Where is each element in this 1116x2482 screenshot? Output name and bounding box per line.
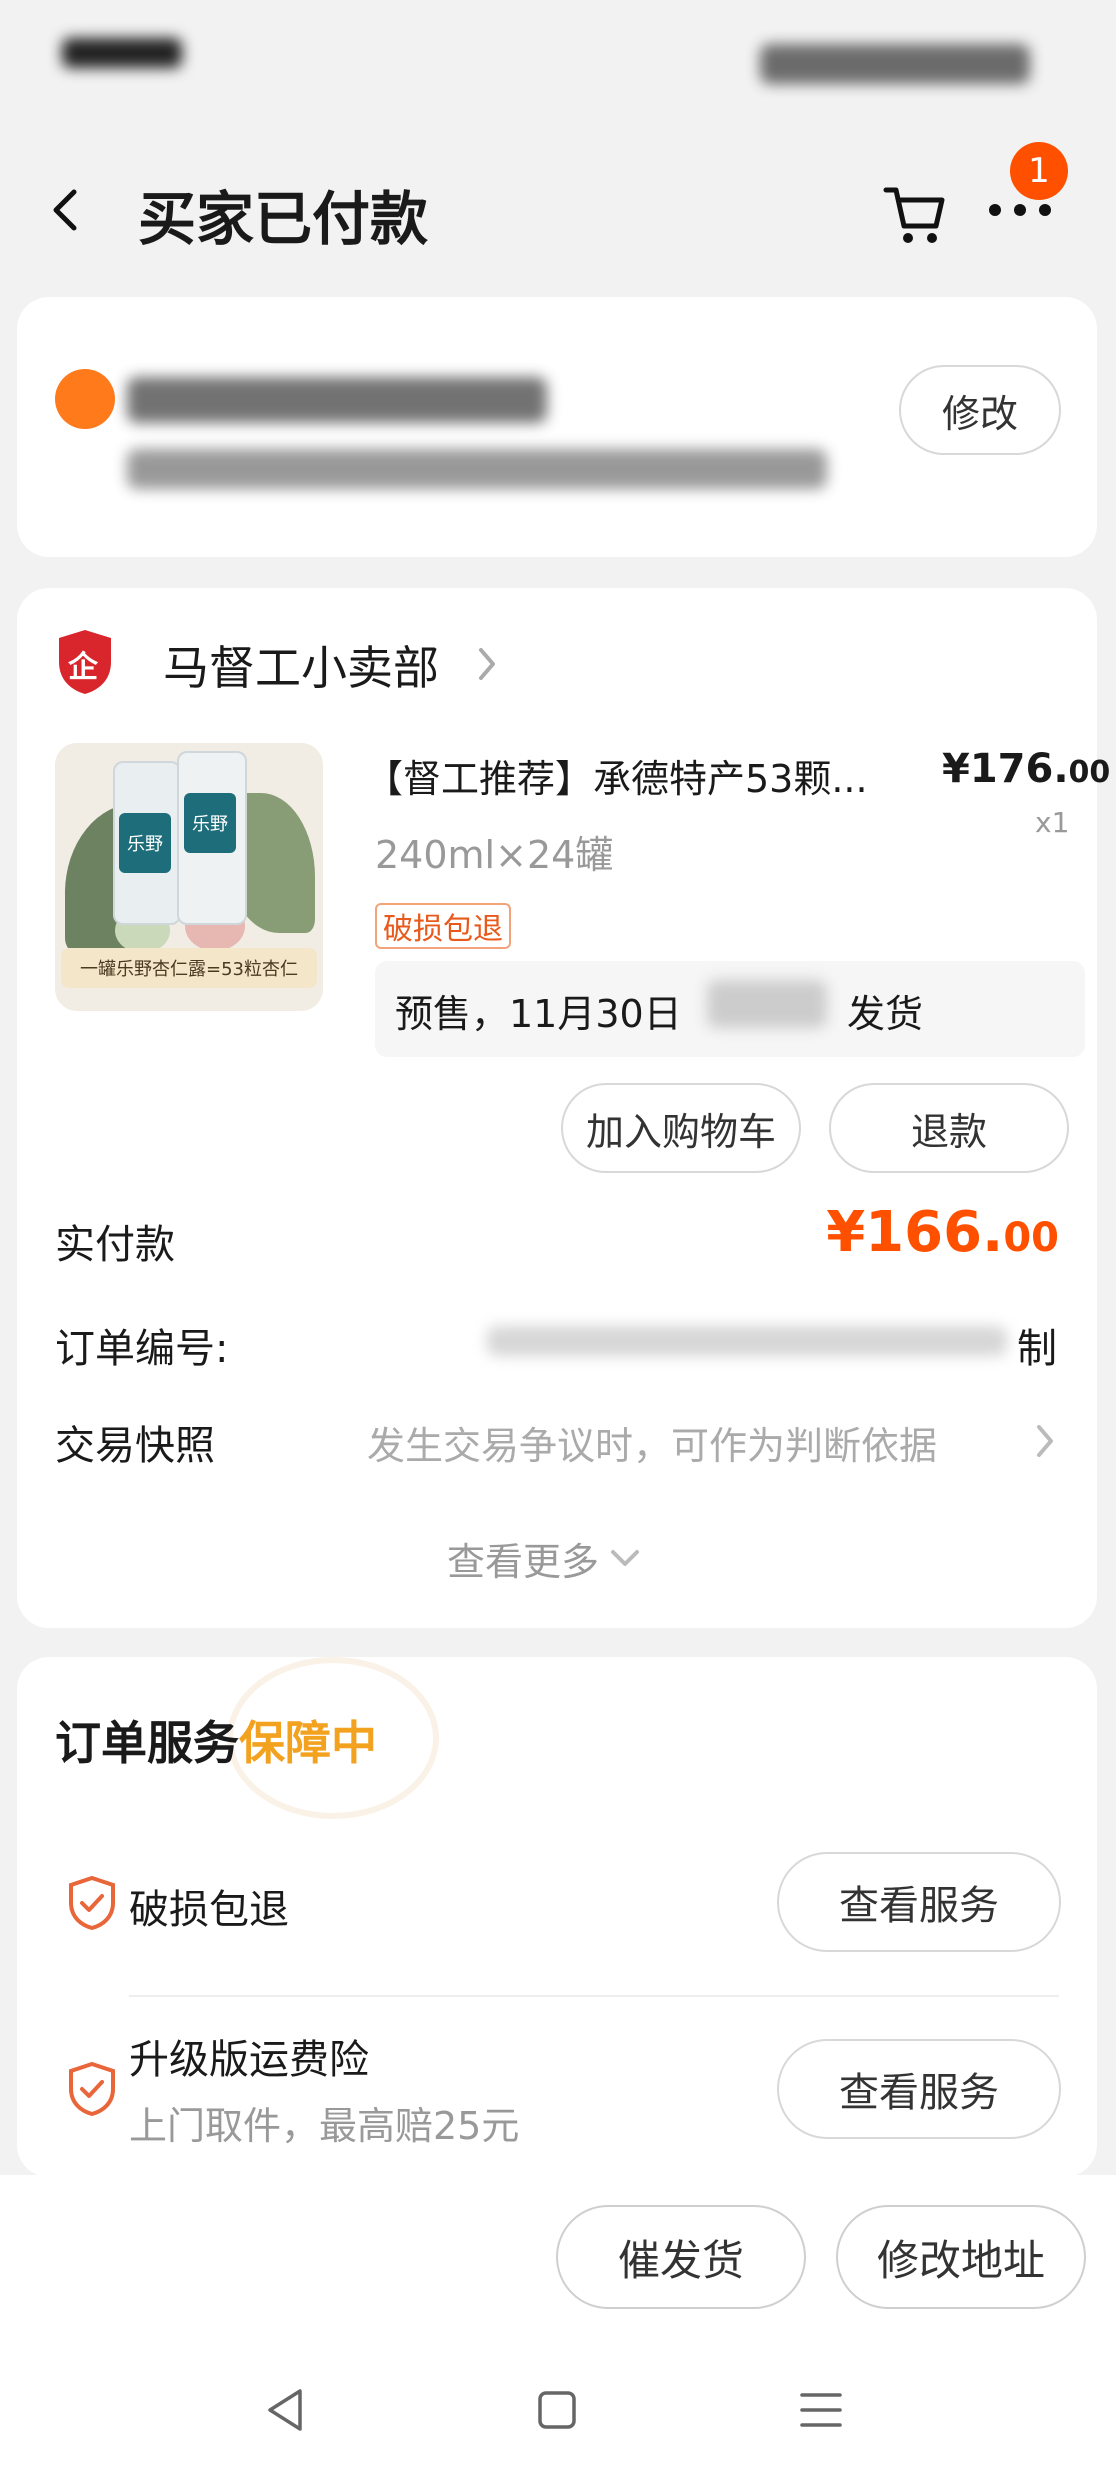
service-description: 上门取件，最高赔25元 [129, 2104, 520, 2148]
product-image-caption: 一罐乐野杏仁露=53粒杏仁 [61, 948, 317, 988]
nav-menu-button[interactable] [796, 2385, 846, 2435]
paid-amount: ¥166.00 [826, 1200, 1059, 1265]
square-home-icon [538, 2391, 576, 2429]
paid-amount-decimal: 00 [1003, 1215, 1059, 1261]
view-service-label: 查看服务 [839, 2070, 999, 2116]
chevron-down-icon [611, 1550, 640, 1566]
recipient-name [127, 377, 547, 423]
view-service-button[interactable]: 查看服务 [777, 1852, 1061, 1952]
order-number-value [487, 1326, 1007, 1356]
cart-icon [883, 187, 945, 243]
services-card: 订单服务保障中 破损包退 查看服务 升级版运费险 上门取件，最高赔25元 查看服… [17, 1657, 1097, 2177]
service-name: 升级版运费险 [129, 2037, 369, 2083]
address-card[interactable]: 修改 [17, 297, 1097, 557]
status-bar-icons [760, 44, 1030, 84]
caption-text: 一罐乐野杏仁露=53粒杏仁 [80, 959, 298, 980]
shield-check-icon [69, 2061, 115, 2117]
order-number-tail: 制 [1017, 1326, 1057, 1372]
remind-shipping-button[interactable]: 催发货 [556, 2205, 806, 2309]
refund-label: 退款 [910, 1109, 987, 1154]
chevron-right-icon [1037, 1425, 1053, 1457]
snapshot-row[interactable]: 交易快照 发生交易争议时，可作为判断依据 [17, 1403, 1097, 1483]
edit-address-button[interactable]: 修改 [899, 365, 1061, 455]
product-title[interactable]: 【督工推荐】承德特产53颗... [365, 748, 935, 803]
triangle-back-icon [268, 2389, 302, 2431]
product-tag: 破损包退 [375, 903, 511, 949]
more-menu-button[interactable] [985, 195, 1055, 225]
product-quantity: x1 [1035, 806, 1070, 839]
remind-shipping-label: 催发货 [617, 2235, 744, 2285]
hamburger-menu-icon [800, 2393, 842, 2427]
notification-count: 1 [1028, 151, 1050, 191]
paid-amount-main: ¥166. [826, 1200, 1004, 1265]
paid-label: 实付款 [55, 1222, 175, 1268]
service-divider [129, 1995, 1059, 1997]
chevron-left-icon [53, 189, 77, 231]
services-title-prefix: 订单服务 [55, 1716, 239, 1770]
snapshot-label: 交易快照 [55, 1423, 215, 1469]
product-image[interactable]: 乐野 乐野 一罐乐野杏仁露=53粒杏仁 [55, 743, 323, 1011]
presale-note-start: 预售，11月30日 [395, 992, 682, 1036]
status-bar-time [62, 38, 182, 68]
presale-note-obscured [707, 980, 827, 1028]
bottom-action-bar: 催发货 修改地址 [0, 2175, 1116, 2482]
change-address-button[interactable]: 修改地址 [836, 2205, 1086, 2309]
order-number-label: 订单编号: [55, 1326, 229, 1372]
back-button[interactable] [40, 180, 90, 240]
presale-note-end: 发货 [847, 992, 924, 1036]
view-more-button[interactable]: 查看更多 [447, 1530, 643, 1586]
view-service-label: 查看服务 [839, 1883, 999, 1929]
can-label: 乐野 [119, 813, 171, 873]
can-label: 乐野 [184, 793, 236, 853]
shield-check-icon [69, 1875, 115, 1931]
edit-address-label: 修改 [941, 391, 1018, 436]
service-name: 破损包退 [129, 1887, 289, 1933]
cart-button[interactable] [880, 180, 950, 250]
order-card: 企 马督工小卖部 乐野 乐野 一罐乐野杏仁露=53粒杏仁 【督工推荐】承德特产5… [17, 588, 1110, 1628]
services-title-status: 保障中 [239, 1716, 377, 1770]
services-title: 订单服务保障中 [55, 1707, 377, 1773]
nav-home-button[interactable] [532, 2385, 582, 2435]
shop-name: 马督工小卖部 [163, 641, 439, 695]
refund-button[interactable]: 退款 [829, 1083, 1069, 1173]
product-price: ¥176.00 [942, 746, 1110, 792]
add-to-cart-button[interactable]: 加入购物车 [561, 1083, 801, 1173]
can-brand-text: 乐野 [127, 834, 163, 855]
chevron-right-icon [479, 648, 495, 680]
recipient-address [127, 449, 827, 489]
product-price-main: ¥176. [942, 746, 1069, 792]
location-icon [55, 369, 115, 429]
shop-badge-label: 企 [68, 650, 98, 685]
page-title: 买家已付款 [138, 185, 429, 253]
more-dots-icon [989, 204, 1051, 216]
view-service-button[interactable]: 查看服务 [777, 2039, 1061, 2139]
product-tag-label: 破损包退 [383, 912, 503, 947]
shop-row[interactable]: 企 马督工小卖部 [55, 628, 555, 698]
view-more-label: 查看更多 [447, 1539, 600, 1584]
snapshot-hint: 发生交易争议时，可作为判断依据 [367, 1424, 938, 1468]
can-brand-text: 乐野 [192, 814, 228, 835]
notification-badge: 1 [1010, 142, 1068, 200]
product-spec: 240ml×24罐 [375, 833, 614, 877]
change-address-label: 修改地址 [876, 2235, 1045, 2285]
add-to-cart-label: 加入购物车 [585, 1109, 776, 1154]
nav-back-button[interactable] [262, 2385, 312, 2435]
product-price-decimal: 00 [1068, 755, 1111, 790]
